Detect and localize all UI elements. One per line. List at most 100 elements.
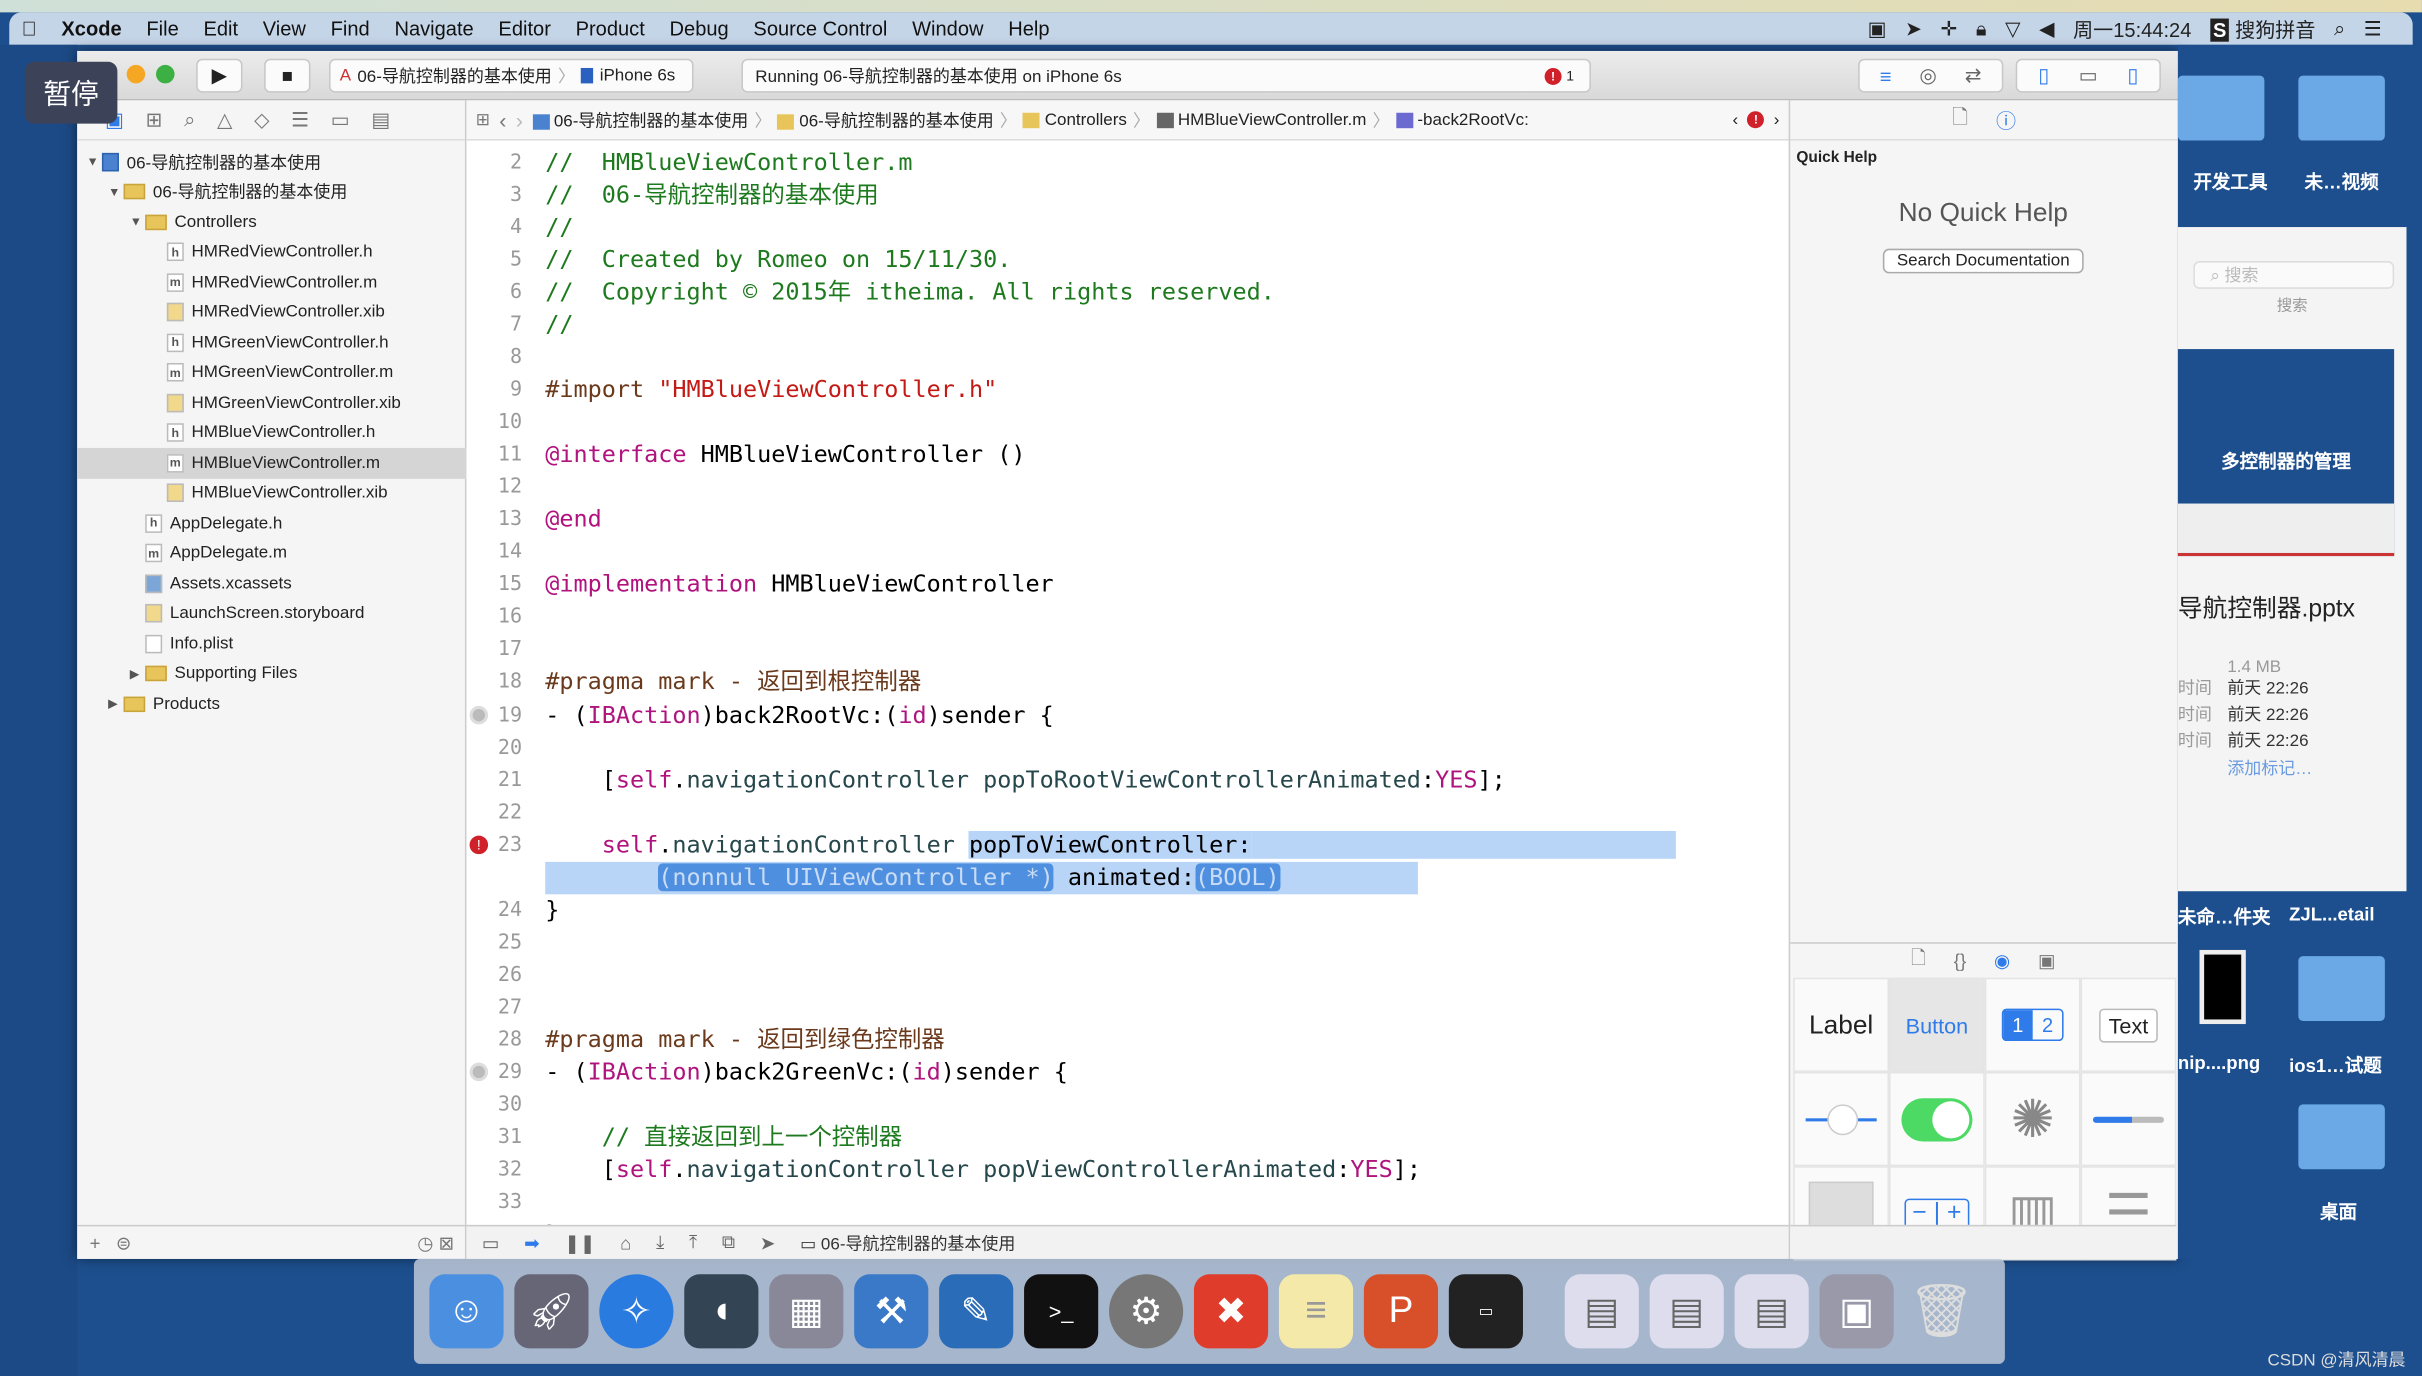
related-items-icon[interactable]: ⊞ <box>476 110 490 130</box>
instruments-icon[interactable]: ✎ <box>939 1274 1014 1349</box>
error-indicator[interactable]: ! 1 <box>1544 67 1574 85</box>
code-line[interactable]: // 直接返回到上一个控制器 <box>545 1121 902 1153</box>
code-line[interactable]: // Created by Romeo on 15/11/30. <box>545 244 1011 276</box>
hide-debug-icon[interactable]: ▭ <box>482 1232 500 1254</box>
navigator-item[interactable]: HMBlueViewController.xib <box>77 478 466 508</box>
code-snippet-icon[interactable]: {} <box>1954 949 1966 971</box>
safari-icon[interactable]: ✧ <box>599 1274 674 1349</box>
zoom-button[interactable] <box>156 64 175 84</box>
mouse-icon[interactable]: ◖ <box>684 1274 759 1349</box>
notes-icon[interactable]: ≡ <box>1278 1274 1354 1349</box>
test-icon[interactable]: ◇ <box>254 107 269 132</box>
launchpad-icon[interactable]: 🚀︎ <box>514 1274 589 1349</box>
standard-editor-icon[interactable]: ≡ <box>1880 64 1892 87</box>
button-object[interactable]: Button <box>1889 977 1985 1072</box>
media-library-icon[interactable]: ▣ <box>2038 949 2056 971</box>
object-library-icon[interactable]: ◉ <box>1994 949 2010 971</box>
jump-bar-item[interactable]: Controllers <box>1023 110 1127 129</box>
desktop-item-label[interactable]: ios1…试题 <box>2289 1052 2382 1078</box>
pause-icon[interactable]: ❚❚ <box>564 1232 595 1254</box>
back-icon[interactable]: ‹ <box>499 107 506 132</box>
debug-target[interactable]: ▭ 06-导航控制器的基本使用 <box>800 1230 1015 1255</box>
code-line[interactable]: self.navigationController popToViewContr… <box>545 829 1781 861</box>
code-line[interactable]: (nonnull UIViewController *) animated:(B… <box>545 861 1418 894</box>
warning-icon[interactable]: △ <box>217 107 232 132</box>
progress-view-object[interactable] <box>2080 1071 2177 1167</box>
code-line[interactable]: // <box>545 309 573 341</box>
code-line[interactable]: @end <box>545 504 601 536</box>
search-icon[interactable]: ⌕ <box>184 107 195 132</box>
previous-issue-icon[interactable]: ‹ <box>1733 110 1739 129</box>
menu-editor[interactable]: Editor <box>486 17 563 40</box>
jump-bar-item[interactable]: -back2RootVc: <box>1395 110 1529 129</box>
view-debug-icon[interactable]: ⧉ <box>722 1231 735 1254</box>
file-inspector-icon[interactable]: 🗋︎ <box>1952 103 1968 137</box>
downloads-stack-icon[interactable]: ▤ <box>1649 1274 1724 1349</box>
finder-icon[interactable]: ☺ <box>429 1274 504 1349</box>
disclosure-closed-icon[interactable]: ▶ <box>130 667 145 681</box>
quicklook-search[interactable]: ⌕ 搜索 <box>2193 261 2395 289</box>
report-icon[interactable]: ▤ <box>371 107 390 132</box>
code-line[interactable]: // 06-导航控制器的基本使用 <box>545 179 878 211</box>
code-line[interactable]: @implementation HMBlueViewController <box>545 569 1053 601</box>
navigator-item[interactable]: m HMGreenViewController.m <box>77 358 466 388</box>
next-issue-icon[interactable]: › <box>1774 110 1780 129</box>
filter-icon[interactable]: ⊜ <box>116 1232 132 1254</box>
location-icon[interactable]: ➤ <box>1905 16 1922 41</box>
navigator-item[interactable]: m AppDelegate.m <box>77 538 466 568</box>
menu-edit[interactable]: Edit <box>191 17 250 40</box>
code-line[interactable]: // Copyright © 2015年 itheima. All rights… <box>545 277 1275 309</box>
menu-product[interactable]: Product <box>563 17 657 40</box>
disclosure-open-icon[interactable]: ▼ <box>108 185 123 199</box>
apple-icon[interactable]:  <box>9 17 49 40</box>
code-line[interactable]: [self.navigationController popViewContro… <box>545 1154 1421 1186</box>
lock-icon[interactable]: 🔒︎ <box>1976 16 1987 41</box>
add-tag-link[interactable]: 添加标记… <box>2227 755 2406 780</box>
navigator-item[interactable]: ▼ 06-导航控制器的基本使用 <box>77 147 466 177</box>
photo-booth-icon[interactable]: ▦ <box>769 1274 844 1349</box>
folder-icon[interactable] <box>2177 75 2265 141</box>
menu-source-control[interactable]: Source Control <box>741 17 900 40</box>
navigator-item[interactable]: ▼ 06-导航控制器的基本使用 <box>77 177 466 207</box>
code-line[interactable]: - (IBAction)back2GreenVc:(id)sender { <box>545 1056 1068 1088</box>
jump-bar-item[interactable]: 06-导航控制器的基本使用 <box>532 107 748 132</box>
code-line[interactable]: } <box>545 894 559 926</box>
text-field-object[interactable]: Text <box>2080 977 2177 1072</box>
menu-view[interactable]: View <box>250 17 318 40</box>
jump-bar-item[interactable]: HMBlueViewController.m <box>1156 110 1366 129</box>
pause-overlay[interactable]: 暂停 <box>24 61 118 124</box>
add-icon[interactable]: + <box>90 1232 101 1254</box>
stop-button[interactable]: ■ <box>264 58 311 93</box>
segmented-control-object[interactable]: 12 <box>1984 977 2081 1072</box>
search-documentation-button[interactable]: Search Documentation <box>1882 248 2084 274</box>
navigator-item[interactable]: LaunchScreen.storyboard <box>77 599 466 629</box>
png-thumbnail[interactable] <box>2199 949 2246 1025</box>
desktop-item-label[interactable]: ZJL...etail <box>2289 904 2375 926</box>
utilities-toggle-icon[interactable]: ▯ <box>2127 63 2138 88</box>
debug-icon[interactable]: ☰ <box>291 107 309 132</box>
screenshot-stack-icon[interactable]: ▣ <box>1819 1274 1894 1349</box>
activity-indicator-object[interactable]: ✺ <box>1984 1071 2081 1167</box>
desktop-item-label[interactable]: nip....png <box>2178 1052 2260 1074</box>
code-line[interactable]: #pragma mark - 返回到绿色控制器 <box>545 1024 945 1056</box>
recent-filter-icon[interactable]: ◷ ⊠ <box>417 1232 454 1254</box>
step-in-icon[interactable]: ⤓ <box>656 1231 664 1254</box>
code-line[interactable]: // <box>545 212 573 244</box>
navigator-item[interactable]: HMGreenViewController.xib <box>77 388 466 418</box>
navigator-toggle-icon[interactable]: ▯ <box>2038 63 2049 88</box>
navigator-item[interactable]: m HMBlueViewController.m <box>77 447 467 479</box>
xcode-icon[interactable]: ⚒ <box>854 1274 929 1349</box>
bluetooth-icon[interactable]: ✛ <box>1941 16 1958 41</box>
spotlight-icon[interactable]: ⌕ <box>2334 16 2345 41</box>
code-line[interactable]: - (IBAction)back2RootVc:(id)sender { <box>545 699 1053 731</box>
powerpoint-icon[interactable]: P <box>1363 1274 1439 1349</box>
navigator-item[interactable]: h AppDelegate.h <box>77 508 466 538</box>
navigator-item[interactable]: h HMRedViewController.h <box>77 237 466 267</box>
step-over-icon[interactable]: ⌂ <box>620 1232 631 1254</box>
navigator-item[interactable]: Assets.xcassets <box>77 568 466 598</box>
code-line[interactable]: @interface HMBlueViewController () <box>545 439 1025 471</box>
navigator-item[interactable]: HMRedViewController.xib <box>77 297 466 327</box>
menu-find[interactable]: Find <box>318 17 382 40</box>
notification-center-icon[interactable]: ☰ <box>2364 16 2382 41</box>
screen-record-icon[interactable]: ▣ <box>1868 16 1887 41</box>
